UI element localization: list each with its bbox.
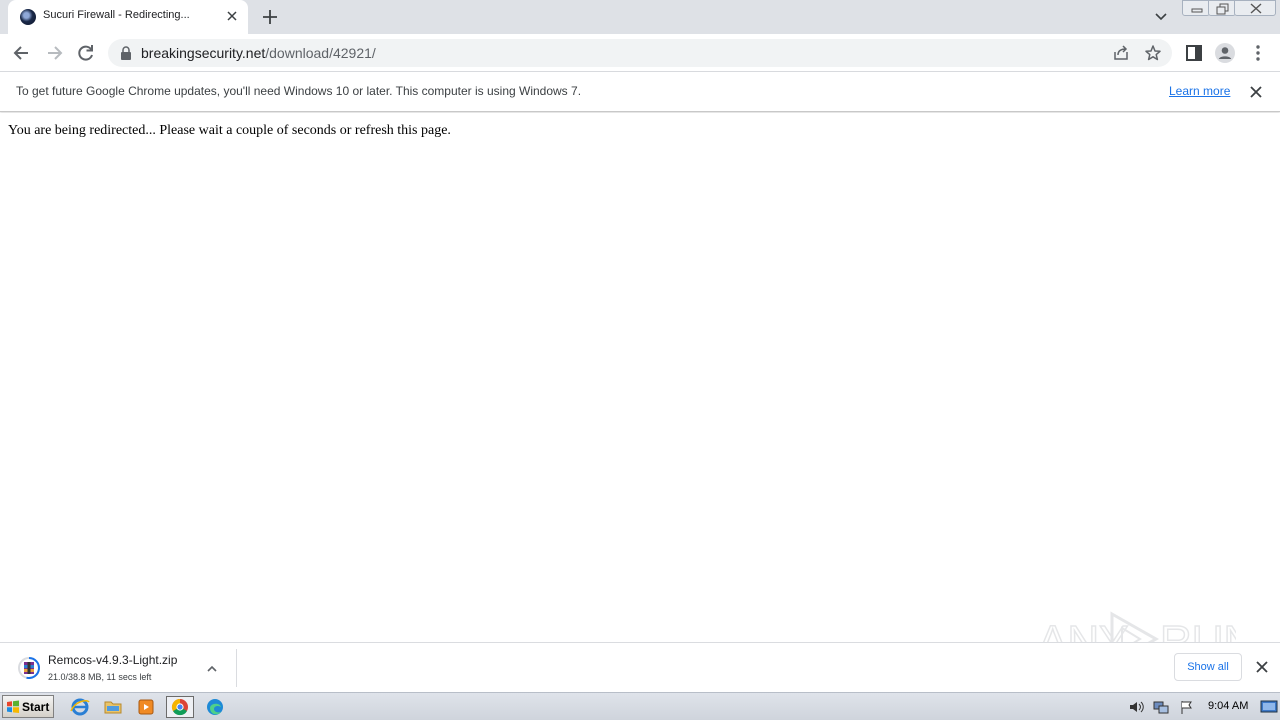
sucuri-globe-icon <box>20 9 36 25</box>
side-panel-icon <box>1186 45 1202 61</box>
volume-icon[interactable] <box>1128 699 1146 715</box>
url-domain: breakingsecurity.net <box>141 45 266 61</box>
arrow-right-icon <box>48 46 63 60</box>
start-label: Start <box>22 700 50 714</box>
action-center-flag-icon[interactable] <box>1178 699 1196 715</box>
learn-more-link[interactable]: Learn more <box>1169 84 1230 98</box>
taskbar-internet-explorer[interactable] <box>67 696 93 718</box>
close-icon <box>227 11 237 21</box>
media-player-icon <box>138 699 154 715</box>
browser-toolbar: breakingsecurity.net/download/42921/ <box>0 34 1280 72</box>
bookmark-star-icon[interactable] <box>1144 44 1162 62</box>
windows-logo-icon <box>7 700 19 713</box>
window-minimize-button[interactable] <box>1182 0 1210 16</box>
internet-explorer-icon <box>70 698 90 716</box>
reload-button[interactable] <box>75 42 97 64</box>
download-shelf: Remcos-v4.9.3-Light.zip 21.0/38.8 MB, 11… <box>0 642 1280 692</box>
tab-close-button[interactable] <box>224 8 240 24</box>
download-status: 21.0/38.8 MB, 11 secs left <box>48 672 152 682</box>
plus-icon <box>263 10 277 24</box>
start-button[interactable]: Start <box>2 695 54 718</box>
side-panel-button[interactable] <box>1183 42 1205 64</box>
url-path: /download/42921/ <box>265 45 376 61</box>
network-icon[interactable] <box>1152 699 1170 715</box>
taskbar-file-explorer[interactable] <box>100 696 126 718</box>
taskbar-media-player[interactable] <box>133 696 159 718</box>
infobar-message: To get future Google Chrome updates, you… <box>16 84 582 98</box>
system-tray: 9:04 AM <box>1122 695 1280 719</box>
folder-icon <box>104 701 122 714</box>
browser-tab[interactable]: Sucuri Firewall - Redirecting... <box>8 0 248 34</box>
lock-icon[interactable] <box>120 46 132 60</box>
show-desktop-icon[interactable] <box>1260 699 1278 715</box>
reload-icon <box>78 45 93 61</box>
download-filename: Remcos-v4.9.3-Light.zip <box>48 653 178 667</box>
edge-icon <box>207 699 223 715</box>
taskbar-chrome[interactable] <box>166 696 194 718</box>
update-infobar: To get future Google Chrome updates, you… <box>0 72 1280 112</box>
url-text[interactable]: breakingsecurity.net/download/42921/ <box>141 45 376 61</box>
forward-button[interactable] <box>43 42 65 64</box>
tab-title: Sucuri Firewall - Redirecting... <box>43 9 190 21</box>
download-progress-icon <box>18 657 40 679</box>
tab-search-button[interactable] <box>1150 8 1172 26</box>
divider <box>236 649 237 687</box>
back-button[interactable] <box>11 42 33 64</box>
page-content: You are being redirected... Please wait … <box>0 113 1280 642</box>
close-icon[interactable] <box>1254 659 1270 675</box>
chevron-up-icon[interactable] <box>204 661 220 677</box>
profile-avatar-icon <box>1215 43 1235 63</box>
window-close-button[interactable] <box>1234 0 1276 16</box>
tab-strip: Sucuri Firewall - Redirecting... <box>0 0 1280 34</box>
download-item[interactable]: Remcos-v4.9.3-Light.zip 21.0/38.8 MB, 11… <box>8 647 234 689</box>
chrome-menu-button[interactable] <box>1247 42 1269 64</box>
share-icon[interactable] <box>1112 44 1130 62</box>
window-restore-button[interactable] <box>1208 0 1236 16</box>
taskbar-clock[interactable]: 9:04 AM <box>1208 700 1248 712</box>
taskbar-edge[interactable] <box>202 696 228 718</box>
chevron-down-icon <box>1155 13 1167 21</box>
windows-taskbar: Start 9:04 AM <box>0 692 1280 720</box>
kebab-menu-icon <box>1256 45 1260 61</box>
chrome-icon <box>171 698 188 716</box>
minimize-icon <box>1191 8 1203 13</box>
new-tab-button[interactable] <box>258 6 282 28</box>
close-icon <box>1250 3 1262 14</box>
redirect-message: You are being redirected... Please wait … <box>8 123 451 138</box>
arrow-left-icon <box>13 46 28 60</box>
address-bar[interactable]: breakingsecurity.net/download/42921/ <box>108 39 1172 67</box>
restore-icon <box>1216 3 1229 15</box>
show-all-button[interactable]: Show all <box>1174 653 1242 681</box>
profile-button[interactable] <box>1214 42 1236 64</box>
close-icon[interactable] <box>1248 84 1264 100</box>
